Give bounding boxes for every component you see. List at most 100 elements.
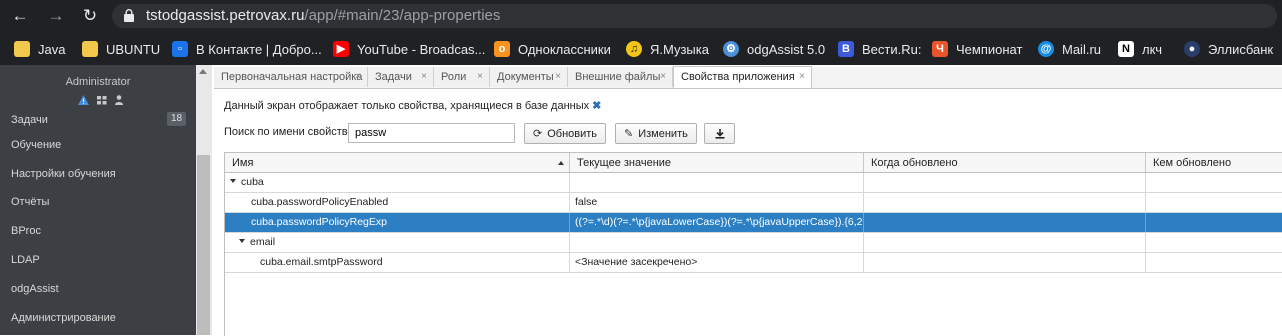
- search-input[interactable]: [348, 123, 515, 143]
- name-cell: cuba.passwordPolicyRegExp: [225, 213, 570, 232]
- export-button[interactable]: [704, 123, 735, 144]
- bookmark-youtube[interactable]: ▶ YouTube - Broadcas...: [333, 39, 485, 59]
- updated-by-cell: [1146, 193, 1282, 212]
- updated-at-cell: [864, 173, 1146, 192]
- table-row[interactable]: cuba.email.smtpPassword <Значение засекр…: [225, 253, 1282, 273]
- bookmark-label: В Контакте | Добро...: [196, 41, 322, 57]
- sidebar-scroll-thumb[interactable]: [197, 155, 210, 335]
- value-cell: [570, 233, 864, 252]
- sidebar-item-tasks[interactable]: Задачи: [11, 114, 48, 126]
- bookmark-ellisbank[interactable]: ● Эллисбанк: [1184, 39, 1273, 59]
- notion-icon: N: [1118, 41, 1134, 57]
- bookmark-ok[interactable]: о Одноклассники: [494, 39, 611, 59]
- bookmark-label: odgAssist 5.0: [747, 41, 826, 57]
- bookmark-label: Чемпионат: [956, 41, 1023, 57]
- bookmarks-bar: Java UBUNTU ▫ В Контакте | Добро... ▶ YouT…: [0, 33, 1282, 65]
- tab-tasks[interactable]: Задачи ×: [368, 67, 434, 87]
- sidebar: Administrator Задачи 18 Обучение Настрой…: [0, 65, 196, 335]
- name-cell: cuba.passwordPolicyEnabled: [225, 193, 570, 212]
- table-row[interactable]: email: [225, 233, 1282, 253]
- close-icon[interactable]: ×: [660, 67, 666, 87]
- folder-icon: [82, 41, 98, 57]
- sidebar-item-reports[interactable]: Отчёты: [11, 196, 49, 208]
- sidebar-item-training-settings[interactable]: Настройки обучения: [11, 168, 116, 180]
- warning-icon[interactable]: [78, 95, 89, 105]
- column-header-name[interactable]: Имя: [225, 153, 570, 173]
- refresh-label: Обновить: [547, 127, 598, 140]
- bookmark-lkch[interactable]: Nлкч: [1118, 39, 1162, 59]
- bookmark-label: лкч: [1142, 41, 1163, 57]
- expand-icon[interactable]: [230, 179, 236, 184]
- column-header-updated-at[interactable]: Когда обновлено: [864, 153, 1146, 173]
- updated-at-cell: [864, 193, 1146, 212]
- close-icon[interactable]: ×: [555, 67, 561, 87]
- close-icon[interactable]: ×: [477, 67, 483, 87]
- tasks-count-badge: 18: [167, 112, 186, 126]
- youtube-icon: ▶: [333, 41, 349, 57]
- updated-at-cell: [864, 253, 1146, 272]
- tab-app-properties[interactable]: Свойства приложения ×: [673, 66, 812, 88]
- dismiss-icon[interactable]: ✖: [592, 100, 601, 112]
- refresh-icon: ⟳: [533, 128, 543, 140]
- bookmark-java[interactable]: Java: [14, 39, 65, 59]
- column-header-updated-by[interactable]: Кем обновлено: [1146, 153, 1282, 173]
- search-label: Поиск по имени свойства: [224, 126, 354, 138]
- value-cell: ((?=.*\d)(?=.*\p{javaLowerCase})(?=.*\p{…: [570, 213, 864, 232]
- bookmark-mailru[interactable]: @ Mail.ru: [1038, 39, 1101, 59]
- tab-bar: Первоначальная настройка × Задачи × Роли × …: [214, 66, 1282, 89]
- bookmark-label: Эллисбанк: [1208, 41, 1274, 57]
- updated-by-cell: [1146, 233, 1282, 252]
- bookmark-vesti[interactable]: В Вести.Ru:: [838, 39, 921, 59]
- bookmark-yamusic[interactable]: ♫ Я.Музыка: [626, 39, 709, 59]
- close-icon[interactable]: ×: [799, 67, 805, 87]
- user-name: Administrator: [65, 76, 131, 88]
- mail-icon: @: [1038, 41, 1054, 57]
- updated-by-cell: [1146, 173, 1282, 192]
- table-row-selected[interactable]: cuba.passwordPolicyRegExp ((?=.*\d)(?=.*…: [225, 213, 1282, 233]
- name-text: cuba: [241, 176, 264, 188]
- tab-roles[interactable]: Роли ×: [434, 67, 490, 87]
- sidebar-item-odgassist[interactable]: odgAssist: [11, 283, 59, 295]
- updated-at-cell: [864, 213, 1146, 232]
- edit-button[interactable]: ✎ Изменить: [615, 123, 697, 144]
- pencil-icon: ✎: [624, 128, 634, 140]
- edit-label: Изменить: [638, 127, 688, 140]
- ok-icon: о: [494, 41, 510, 57]
- tab-label: Внешние файлы: [575, 71, 661, 83]
- bookmark-championat[interactable]: Ч Чемпионат: [932, 39, 1022, 59]
- url-path: /app/#main/23/app-properties: [304, 7, 501, 24]
- bookmark-label: Одноклассники: [518, 41, 611, 57]
- bookmark-ubuntu[interactable]: UBUNTU: [82, 39, 160, 59]
- sidebar-item-ldap[interactable]: LDAP: [11, 254, 40, 266]
- tab-external-files[interactable]: Внешние файлы ×: [568, 67, 673, 87]
- reload-icon[interactable]: ↻: [78, 4, 102, 28]
- sidebar-icons: [78, 94, 123, 106]
- refresh-button[interactable]: ⟳ Обновить: [524, 123, 607, 144]
- bookmark-label: Вести.Ru:: [862, 41, 922, 57]
- grid-icon[interactable]: [97, 95, 107, 105]
- sidebar-item-administration[interactable]: Администрирование: [11, 312, 116, 324]
- table-row[interactable]: cuba: [225, 173, 1282, 193]
- value-cell: [570, 173, 864, 192]
- sidebar-item-training[interactable]: Обучение: [11, 139, 61, 151]
- scroll-up-icon[interactable]: [199, 69, 207, 74]
- sidebar-item-bproc[interactable]: BProc: [11, 225, 41, 237]
- bookmark-odgassist[interactable]: ⚙ odgAssist 5.0: [723, 39, 825, 59]
- close-icon[interactable]: ×: [355, 67, 361, 87]
- tab-label: Первоначальная настройка: [221, 71, 363, 83]
- sort-asc-icon: [558, 161, 564, 165]
- bookmark-label: YouTube - Broadcas...: [357, 41, 486, 57]
- column-header-value[interactable]: Текущее значение: [570, 153, 864, 173]
- back-icon[interactable]: ←: [8, 4, 32, 28]
- name-cell: email: [225, 233, 570, 252]
- tab-initial-setup[interactable]: Первоначальная настройка ×: [214, 67, 368, 87]
- forward-icon[interactable]: →: [44, 4, 68, 28]
- expand-icon[interactable]: [239, 239, 245, 244]
- user-icon[interactable]: [115, 95, 123, 105]
- bookmark-vk[interactable]: ▫ В Контакте | Добро...: [172, 39, 322, 59]
- tab-label: Свойства приложения: [681, 71, 795, 83]
- table-row[interactable]: cuba.passwordPolicyEnabled false: [225, 193, 1282, 213]
- close-icon[interactable]: ×: [421, 67, 427, 87]
- tab-documents[interactable]: Документы ×: [490, 67, 568, 87]
- tab-label: Документы: [497, 71, 554, 83]
